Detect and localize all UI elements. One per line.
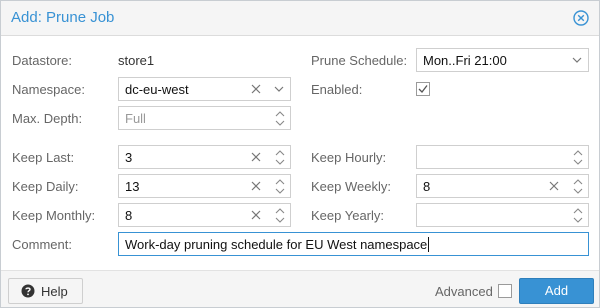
keep-monthly-label: Keep Monthly:	[12, 208, 96, 223]
advanced-checkbox[interactable]	[498, 284, 512, 298]
datastore-value: store1	[118, 53, 155, 68]
namespace-combo[interactable]: dc-eu-west	[118, 77, 291, 101]
spinner-icon[interactable]	[273, 109, 287, 128]
chevron-down-icon[interactable]	[272, 83, 286, 95]
close-icon[interactable]	[573, 10, 589, 26]
comment-label: Comment:	[12, 237, 72, 252]
help-button[interactable]: Help	[8, 278, 83, 304]
comment-text: Work-day pruning schedule for EU West na…	[125, 237, 430, 252]
clear-icon[interactable]	[248, 149, 264, 165]
keep-last-field[interactable]: 3	[118, 145, 291, 169]
keep-daily-label: Keep Daily:	[12, 179, 79, 194]
keep-daily-field[interactable]: 13	[118, 174, 291, 198]
clear-icon[interactable]	[546, 178, 562, 194]
keep-yearly-field[interactable]	[416, 203, 589, 227]
keep-hourly-label: Keep Hourly:	[311, 150, 387, 165]
keep-last-value: 3	[125, 150, 133, 165]
prune-schedule-combo[interactable]: Mon..Fri 21:00	[416, 48, 589, 72]
comment-field[interactable]: Work-day pruning schedule for EU West na…	[118, 232, 589, 256]
max-depth-field[interactable]: Full	[118, 106, 291, 130]
prune-job-dialog: Add: Prune Job Datastore: store1 Prune S…	[0, 0, 600, 308]
spinner-icon[interactable]	[273, 206, 287, 225]
keep-hourly-field[interactable]	[416, 145, 589, 169]
clear-icon[interactable]	[248, 81, 264, 97]
namespace-value: dc-eu-west	[125, 82, 189, 97]
prune-schedule-value: Mon..Fri 21:00	[423, 53, 507, 68]
help-label: Help	[41, 284, 68, 299]
clear-icon[interactable]	[248, 207, 264, 223]
spinner-icon[interactable]	[571, 206, 585, 225]
dialog-footer: Help Advanced Add	[1, 270, 599, 307]
dialog-title: Add: Prune Job	[11, 9, 115, 26]
keep-weekly-value: 8	[423, 179, 431, 194]
comment-value: Work-day pruning schedule for EU West na…	[125, 237, 428, 252]
prune-schedule-label: Prune Schedule:	[311, 53, 408, 68]
add-button[interactable]: Add	[519, 278, 594, 304]
advanced-label: Advanced	[435, 284, 493, 299]
keep-yearly-label: Keep Yearly:	[311, 208, 385, 223]
max-depth-label: Max. Depth:	[12, 111, 83, 126]
namespace-label: Namespace:	[12, 82, 85, 97]
spinner-icon[interactable]	[571, 177, 585, 196]
spinner-icon[interactable]	[273, 148, 287, 167]
keep-weekly-label: Keep Weekly:	[311, 179, 391, 194]
clear-icon[interactable]	[248, 178, 264, 194]
text-cursor	[428, 237, 430, 252]
keep-weekly-field[interactable]: 8	[416, 174, 589, 198]
keep-daily-value: 13	[125, 179, 140, 194]
keep-last-label: Keep Last:	[12, 150, 75, 165]
enabled-checkbox[interactable]	[416, 82, 430, 96]
datastore-label: Datastore:	[12, 53, 72, 68]
spinner-icon[interactable]	[571, 148, 585, 167]
chevron-down-icon[interactable]	[570, 54, 584, 66]
keep-monthly-value: 8	[125, 208, 133, 223]
help-icon	[21, 284, 35, 298]
dialog-titlebar: Add: Prune Job	[1, 1, 599, 36]
max-depth-placeholder: Full	[125, 111, 146, 126]
spinner-icon[interactable]	[273, 177, 287, 196]
keep-monthly-field[interactable]: 8	[118, 203, 291, 227]
enabled-label: Enabled:	[311, 82, 363, 97]
